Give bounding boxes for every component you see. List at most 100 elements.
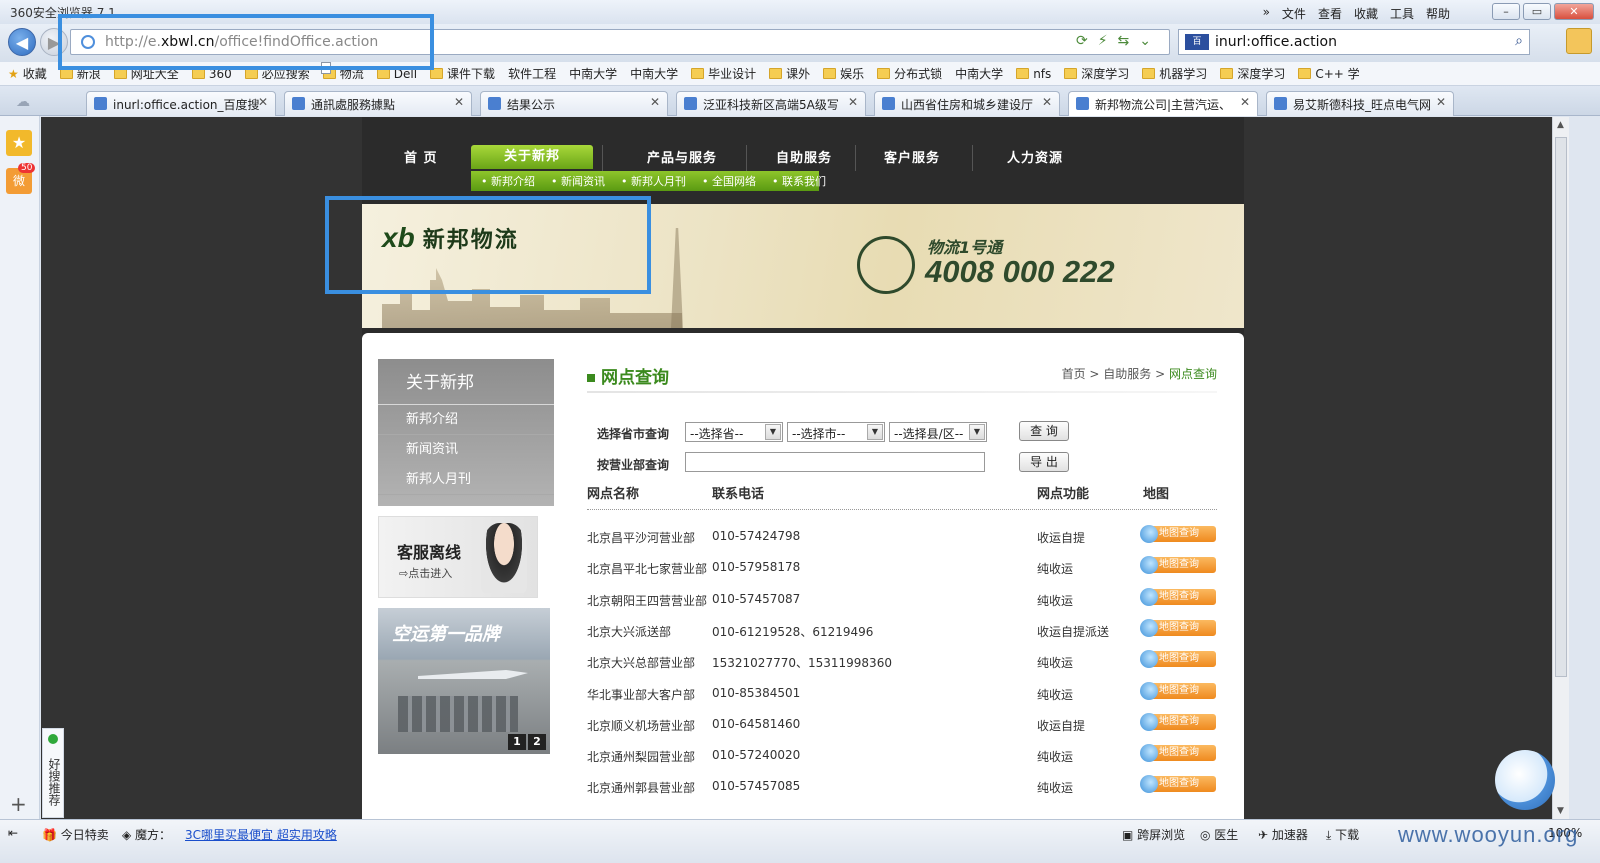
browser-tab[interactable]: inurl:office.action_百度搜 ✕ (86, 91, 276, 116)
dept-query-input[interactable] (685, 452, 985, 472)
doctor-button[interactable]: ◎ 医生 (1200, 826, 1238, 843)
scroll-down-arrow[interactable]: ▼ (1557, 806, 1564, 816)
vertical-scrollbar[interactable]: ▲ ▼ (1552, 117, 1569, 819)
menu-view[interactable]: 查看 (1318, 5, 1342, 22)
search-icon[interactable]: ⌕ (1515, 33, 1523, 49)
menu-favorites[interactable]: 收藏 (1354, 5, 1378, 22)
bookmark-item[interactable]: C++ 学 (1298, 65, 1360, 82)
tab-label: 新邦物流公司|主营汽运、 (1095, 98, 1232, 112)
panel-toggle-icon[interactable]: ⇤ (8, 826, 18, 840)
bookmark-item[interactable]: 中南大学 (321, 62, 618, 82)
user-avatar-icon[interactable] (1566, 28, 1592, 54)
city-select[interactable]: --选择市-- ▼ (787, 422, 885, 442)
nav-self-service[interactable]: 自助服务 (776, 147, 832, 166)
menu-file[interactable]: 文件 (1282, 5, 1306, 22)
subnav-network[interactable]: • 全国网络 (702, 173, 764, 189)
map-query-button[interactable]: 地图查询 (1140, 744, 1216, 763)
nav-about[interactable]: 关于新邦 (471, 145, 593, 169)
side-menu-news[interactable]: 新闻资讯 (378, 435, 554, 465)
map-query-button[interactable]: 地图查询 (1140, 712, 1216, 731)
close-window-button[interactable]: ✕ (1554, 3, 1594, 20)
export-button[interactable]: 导 出 (1019, 452, 1069, 472)
map-query-button[interactable]: 地图查询 (1140, 556, 1216, 575)
map-query-button[interactable]: 地图查询 (1140, 525, 1216, 543)
air-freight-promo[interactable]: 空运第一品牌 1 2 (378, 608, 550, 754)
side-menu-intro[interactable]: 新邦介绍 (378, 405, 554, 435)
map-query-button[interactable]: 地图查询 (1140, 618, 1216, 637)
bookmark-item[interactable]: 机器学习 (1142, 65, 1207, 82)
bookmark-item[interactable]: 娱乐 (823, 65, 864, 82)
bookmark-item[interactable]: 软件工程 (321, 62, 556, 82)
favorites-star-icon[interactable]: ★ (6, 130, 32, 156)
scroll-up-arrow[interactable]: ▲ (1557, 120, 1564, 130)
menu-help[interactable]: 帮助 (1426, 5, 1450, 22)
ad-link[interactable]: 3C哪里买最便宜 超实用攻略 (185, 826, 337, 843)
scroll-thumb[interactable] (1555, 137, 1567, 677)
nav-products[interactable]: 产品与服务 (647, 147, 717, 166)
add-icon[interactable]: + (10, 792, 27, 816)
search-engine-icon[interactable]: 百 (1185, 34, 1209, 50)
side-menu-monthly[interactable]: 新邦人月刊 (378, 465, 554, 495)
browser-tab[interactable]: 山西省住房和城乡建设厅 ✕ (874, 91, 1060, 116)
bookmark-label: 毕业设计 (708, 67, 757, 81)
bookmark-item[interactable]: 深度学习 (1220, 65, 1285, 82)
tab-close-icon[interactable]: ✕ (848, 95, 858, 109)
bookmark-item[interactable]: nfs (1016, 67, 1051, 81)
bookmark-item[interactable]: 毕业设计 (691, 65, 756, 82)
bookmark-item[interactable]: 课件下载 (430, 65, 495, 82)
query-button[interactable]: 查 询 (1019, 421, 1069, 441)
breadcrumb-self-service[interactable]: 自助服务 (1103, 367, 1151, 381)
map-query-button[interactable]: 地图查询 (1140, 775, 1216, 794)
tab-close-icon[interactable]: ✕ (258, 95, 268, 109)
nav-home[interactable]: 首 页 (404, 147, 438, 166)
minimize-button[interactable]: – (1492, 3, 1520, 20)
cloud-icon[interactable]: ☁ (16, 94, 30, 110)
menu-tools[interactable]: 工具 (1390, 5, 1414, 22)
bookmark-item[interactable]: 中南大学 (321, 62, 1003, 82)
bookmark-label: C++ 学 (1315, 67, 1360, 81)
slide-2-button[interactable]: 2 (528, 734, 546, 750)
tab-close-icon[interactable]: ✕ (1042, 95, 1052, 109)
menu-more[interactable]: » (1263, 5, 1270, 22)
haosou-recommend[interactable]: 好搜推荐 (42, 728, 64, 818)
download-button[interactable]: ⤓ 下载 (1326, 826, 1359, 843)
map-query-button[interactable]: 地图查询 (1140, 587, 1216, 606)
county-select[interactable]: --选择县/区-- ▼ (889, 422, 987, 442)
tab-close-icon[interactable]: ✕ (454, 95, 464, 109)
today-sale[interactable]: 🎁 今日特卖 (42, 826, 109, 843)
search-query[interactable]: inurl:office.action (1215, 34, 1337, 50)
browser-tab[interactable]: 新邦物流公司|主营汽运、 ✕ (1068, 91, 1258, 116)
bookmark-label: 中南大学 (569, 67, 618, 81)
accelerator-button[interactable]: ✈ 加速器 (1258, 826, 1308, 843)
slide-1-button[interactable]: 1 (508, 734, 526, 750)
refresh-icon[interactable]: ⟳⚡⇆⌄ (1076, 33, 1161, 49)
bookmark-item[interactable]: 课外 (769, 65, 810, 82)
province-select[interactable]: --选择省-- ▼ (685, 422, 783, 442)
subnav-contact[interactable]: • 联系我们 (772, 173, 834, 189)
nav-customer-service[interactable]: 客户服务 (884, 147, 940, 166)
tab-close-icon[interactable]: ✕ (1240, 95, 1250, 109)
tab-close-icon[interactable]: ✕ (650, 95, 660, 109)
breadcrumb-home[interactable]: 首页 (1062, 367, 1086, 381)
browser-tab[interactable]: 泛亚科技新区高端5A级写 ✕ (676, 91, 866, 116)
table-row: 北京大兴总部营业部 15321027770、15311998360 纯收运 地图查询 (587, 646, 1217, 676)
bookmark-item[interactable]: 分布式锁 (877, 65, 942, 82)
subnav-intro[interactable]: • 新邦介绍 (481, 173, 543, 189)
map-query-button[interactable]: 地图查询 (1140, 650, 1216, 669)
maximize-button[interactable]: ▭ (1523, 3, 1551, 20)
customer-service-promo[interactable]: 客服离线 ⇨点击进入 (378, 516, 538, 598)
subnav-monthly[interactable]: • 新邦人月刊 (621, 173, 694, 189)
browser-tab[interactable]: 易艾斯德科技_旺点电气网 ✕ (1266, 91, 1454, 116)
search-box[interactable]: 百 inurl:office.action ⌕ (1178, 29, 1530, 55)
nav-hr[interactable]: 人力资源 (1007, 147, 1063, 166)
map-query-button[interactable]: 地图查询 (1140, 681, 1216, 700)
browser-tab[interactable]: 通訊處服務據點 ✕ (284, 91, 472, 116)
back-button[interactable]: ◀ (8, 28, 36, 56)
bookmark-item[interactable]: 中南大学 (321, 62, 678, 82)
tab-close-icon[interactable]: ✕ (1436, 95, 1446, 109)
bookmark-item[interactable]: ★ 收藏 (8, 65, 47, 82)
cross-screen-button[interactable]: ▣ 跨屏浏览 (1122, 826, 1185, 843)
browser-tab[interactable]: 结果公示 ✕ (480, 91, 668, 116)
bookmark-item[interactable]: 深度学习 (1064, 65, 1129, 82)
subnav-news[interactable]: • 新闻资讯 (551, 173, 613, 189)
